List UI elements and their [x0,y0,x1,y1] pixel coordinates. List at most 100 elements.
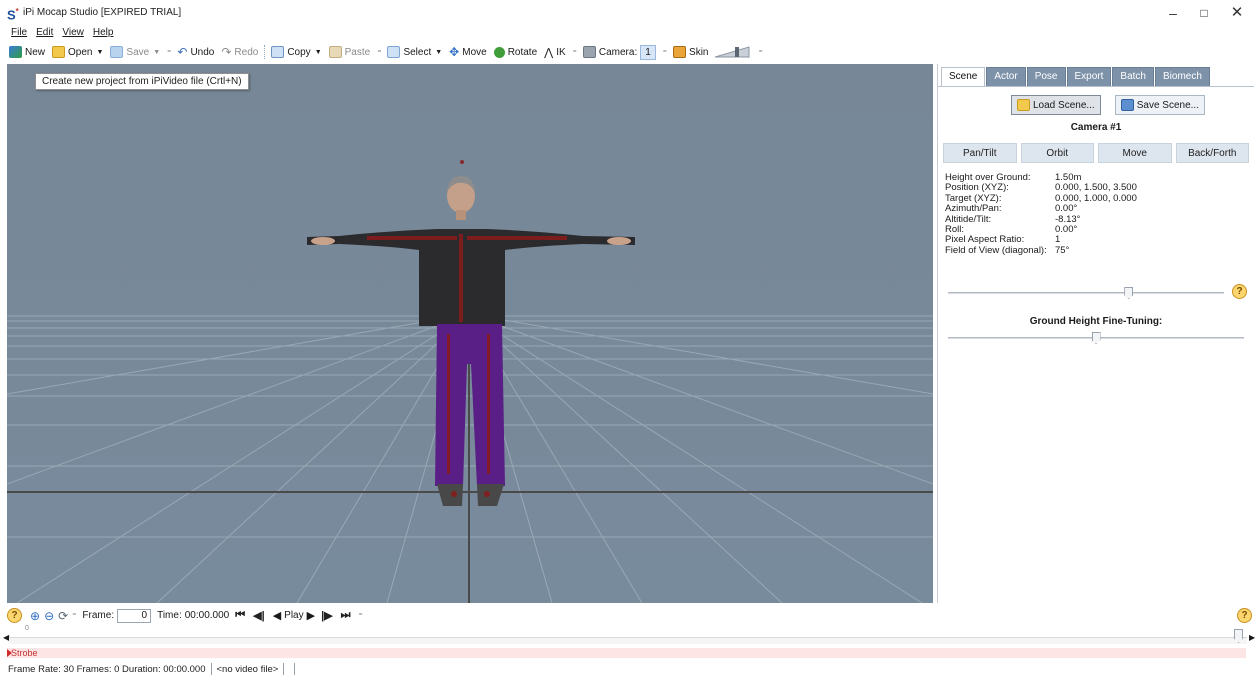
3d-viewport[interactable]: Create new project from iPiVideo file (C… [7,64,933,603]
tab-batch[interactable]: Batch [1112,67,1154,87]
paste-button[interactable]: Paste [328,46,370,58]
help-icon[interactable]: ? [1232,284,1247,299]
move-camera-button[interactable]: Move [1098,143,1172,163]
new-button[interactable]: New [9,46,45,58]
video-file-status: <no video file> [216,663,279,675]
slider-thumb[interactable] [1124,287,1134,299]
menu-view[interactable]: View [62,27,84,38]
select-icon [387,46,401,58]
maximize-button[interactable]: □ [1189,4,1219,22]
copy-icon [271,46,285,58]
prop-value: 75° [1055,244,1070,256]
step-forward-icon[interactable]: |▶ [321,609,333,622]
toolbar-grip[interactable]: ⁼ [377,48,381,57]
toolbar-grip[interactable]: ⁼ [167,48,171,57]
help-icon[interactable]: ? [7,608,22,623]
step-back-icon[interactable]: ◀| [253,609,265,622]
pan-tilt-button[interactable]: Pan/Tilt [943,143,1017,163]
title-bar: S* iPi Mocap Studio [EXPIRED TRIAL] – □ … [0,0,1259,24]
tab-scene[interactable]: Scene [941,67,986,87]
strobe-track[interactable]: Strobe [7,648,1246,658]
reset-view-icon[interactable]: ⟳ [58,609,68,623]
tab-divider [938,86,1254,87]
frames-status: Frames: 0 [76,663,120,675]
scene-file-buttons: Load Scene... Save Scene... [1011,95,1205,115]
tab-biomech[interactable]: Biomech [1154,67,1210,87]
skin-opacity-control[interactable] [715,46,751,58]
rotate-button[interactable]: Rotate [493,46,537,58]
open-button[interactable]: Open ▼ [52,46,103,58]
copy-button[interactable]: Copy ▼ [271,46,322,58]
main-toolbar: New Open ▼ Save ▼ ⁼ ↶ Undo ↷ Redo Copy ▼ Pa… [0,42,1259,62]
zoom-out-icon[interactable]: ⊖ [44,609,54,623]
skin-button[interactable]: Skin [673,46,708,58]
play-reverse-icon: ◀ [272,610,282,622]
move-button[interactable]: ✥ Move [449,45,487,59]
camera-title: Camera #1 [1070,122,1122,133]
properties-panel: Scene Actor Pose Export Batch Biomech Lo… [937,64,1254,603]
save-button[interactable]: Save ▼ [110,46,160,58]
prop-row: Altitide/Tilt: -8.13° [945,214,1137,225]
move-icon: ✥ [449,45,460,59]
menu-edit[interactable]: Edit [36,27,53,38]
go-to-start-icon[interactable]: ⏮ [235,609,245,622]
menu-file[interactable]: File [11,27,27,38]
ik-button[interactable]: ⋀ IK [544,46,565,59]
back-forth-button[interactable]: Back/Forth [1175,143,1249,163]
timeline-track[interactable] [9,637,1247,644]
toolbar-grip[interactable]: ⁼ [573,48,577,57]
fov-slider[interactable] [948,287,1224,299]
frame-field: Frame: 0 [82,608,152,623]
save-icon [110,46,124,58]
select-button[interactable]: Select ▼ [387,46,442,58]
camera-properties: Height over Ground: 1.50m Position (XYZ):… [945,172,1137,256]
window-title: iPi Mocap Studio [EXPIRED TRIAL] [23,7,182,18]
camera-number[interactable]: 1 [640,44,656,60]
help-icon[interactable]: ? [1237,608,1252,623]
status-bar: Frame Rate: 30 Frames: 0 Duration: 00:00… [0,661,1259,677]
tab-actor[interactable]: Actor [986,67,1026,87]
go-to-end-icon[interactable]: ⏭ [341,609,351,622]
folder-icon [1017,99,1030,111]
camera-icon [582,46,596,58]
rotate-icon [493,46,505,58]
menu-bar: File Edit View Help [0,24,113,40]
timeline-zero-label: 0 [25,625,29,632]
ground-height-slider[interactable] [948,332,1244,344]
status-separator [283,663,285,675]
redo-button[interactable]: ↷ Redo [221,45,258,59]
close-button[interactable]: ✕ [1222,4,1252,22]
redo-icon: ↷ [221,45,232,59]
scroll-right-icon[interactable]: ▶ [1249,633,1255,642]
playback-bar: ? ⊕ ⊖ ⟳ ⁼ Frame: 0 Time: 00:00.000 ⏮ ◀| … [7,606,1259,625]
save-scene-button[interactable]: Save Scene... [1114,95,1205,115]
tab-pose[interactable]: Pose [1026,67,1066,87]
load-scene-button[interactable]: Load Scene... [1011,95,1101,115]
undo-button[interactable]: ↶ Undo [177,45,214,59]
opacity-ramp-icon [715,46,750,58]
camera-selector[interactable]: Camera: 1 [582,44,656,60]
timeline[interactable]: 0 ◀ ▶ [3,625,1255,647]
scene-render [7,160,933,603]
frame-rate-status: Frame Rate: 30 [8,663,74,675]
undo-icon: ↶ [177,45,188,59]
toolbar-grip[interactable]: ⁼ [72,611,76,620]
menu-help[interactable]: Help [93,27,114,38]
toolbar-separator [264,45,266,59]
character-model[interactable] [307,160,635,506]
slider-thumb[interactable] [1091,332,1101,344]
prop-row: Field of View (diagonal): 75° [945,244,1137,256]
tab-export[interactable]: Export [1066,67,1112,87]
play-icon: ▶ [306,610,316,622]
toolbar-grip[interactable]: ⁼ [758,48,762,57]
orbit-button[interactable]: Orbit [1020,143,1094,163]
minimize-button[interactable]: – [1158,4,1188,22]
frame-input[interactable]: 0 [117,608,152,623]
zoom-in-icon[interactable]: ⊕ [30,609,40,623]
toolbar-grip[interactable]: ⁼ [663,48,667,57]
toolbar-grip[interactable]: ⁼ [359,611,363,620]
play-button[interactable]: ◀ Play ▶ [273,609,315,622]
new-project-tooltip: Create new project from iPiVideo file (C… [35,73,249,90]
status-separator [210,663,212,675]
folder-icon [52,46,66,58]
